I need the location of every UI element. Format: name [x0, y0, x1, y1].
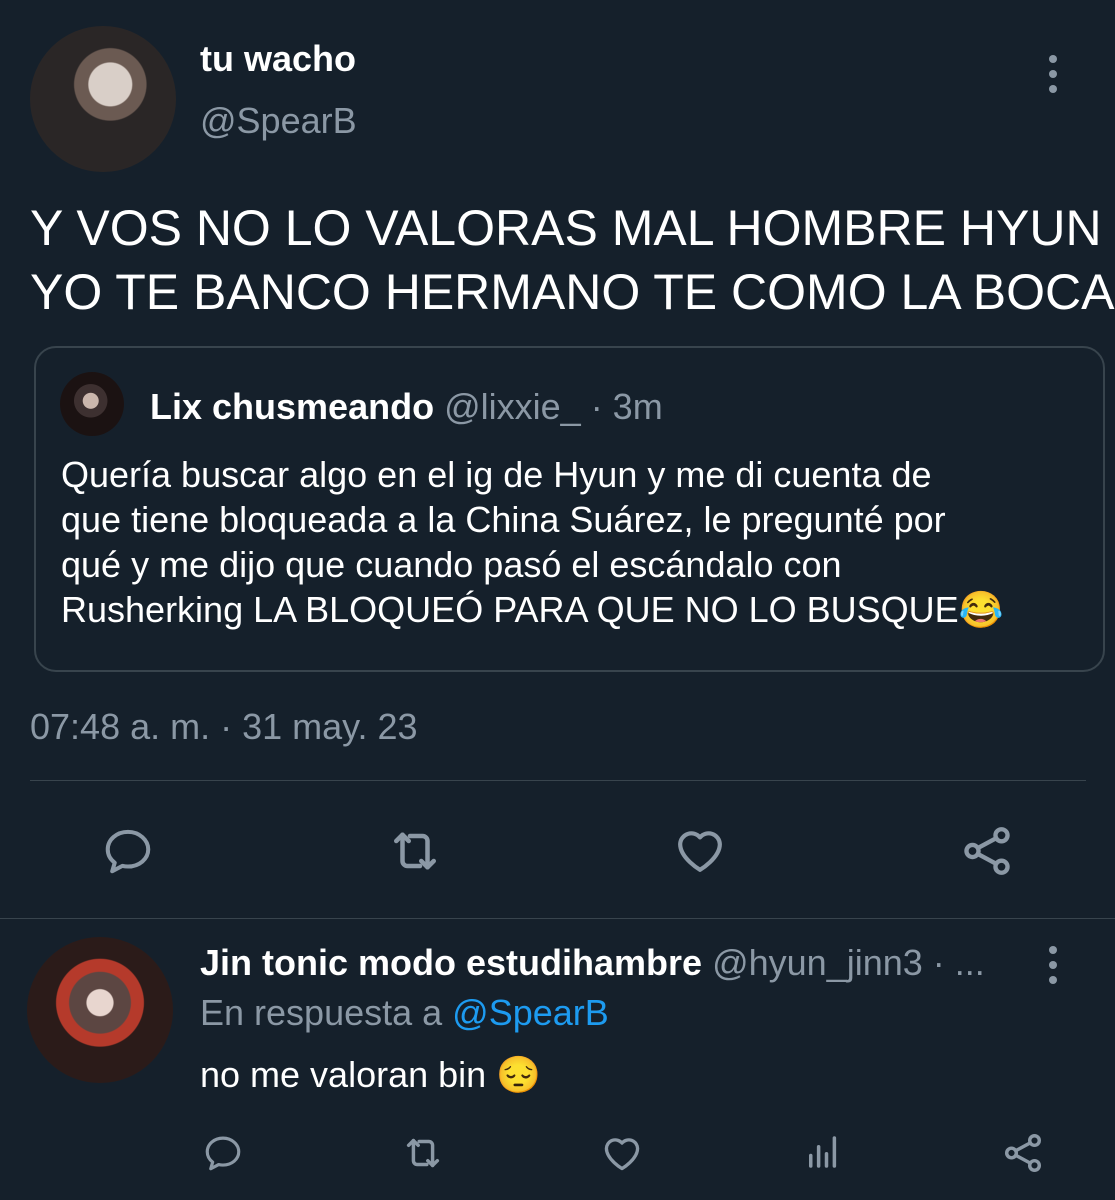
quoted-author-line: Lix chusmeando @lixxie_ · 3m — [150, 386, 663, 428]
reply-like-icon[interactable] — [600, 1131, 644, 1175]
quoted-text: Quería buscar algo en el ig de Hyun y me… — [61, 452, 1003, 632]
reply-text-content: no me valoran bin — [200, 1054, 487, 1095]
quoted-display-name: Lix chusmeando — [150, 386, 435, 427]
reply-text: no me valoran bin 😔 — [200, 1054, 541, 1096]
like-icon[interactable] — [672, 822, 728, 878]
tweet-text: Y VOS NO LO VALORAS MAL HOMBRE HYUN YO T… — [30, 196, 1114, 324]
reply-handle[interactable]: @hyun_jinn3 · ... — [712, 942, 985, 983]
quoted-handle: @lixxie_ — [444, 386, 581, 427]
section-divider — [0, 918, 1115, 919]
reply-icon[interactable] — [101, 824, 155, 878]
reply-retweet-icon[interactable] — [400, 1130, 446, 1176]
quoted-text-line-content: Rusherking LA BLOQUEÓ PARA QUE NO LO BUS… — [61, 589, 959, 630]
retweet-icon[interactable] — [385, 821, 445, 881]
reply-display-name[interactable]: Jin tonic modo estudihambre — [200, 942, 702, 983]
quoted-author-avatar — [60, 372, 124, 436]
reply-context: En respuesta a @SpearB — [200, 992, 609, 1034]
reply-author-line: Jin tonic modo estudihambre @hyun_jinn3 … — [200, 942, 985, 984]
reply-author-avatar[interactable] — [27, 937, 173, 1083]
reply-to-link[interactable]: @SpearB — [452, 992, 609, 1033]
quoted-text-line: Quería buscar algo en el ig de Hyun y me… — [61, 454, 932, 495]
tweet-text-line: YO TE BANCO HERMANO TE COMO LA BOCA — [30, 264, 1115, 320]
quoted-text-line: que tiene bloqueada a la China Suárez, l… — [61, 499, 946, 540]
reply-prefix: En respuesta a — [200, 992, 443, 1033]
quoted-text-line: qué y me dijo que cuando pasó el escánda… — [61, 544, 842, 585]
share-icon[interactable] — [958, 822, 1016, 880]
tears-of-joy-emoji: 😂 — [958, 589, 1004, 630]
author-handle[interactable]: @SpearB — [200, 100, 357, 142]
reply-share-icon[interactable] — [1000, 1130, 1046, 1176]
quoted-time: · 3m — [590, 386, 663, 427]
quoted-text-line: Rusherking LA BLOQUEÓ PARA QUE NO LO BUS… — [61, 587, 1003, 632]
tweet-text-line: Y VOS NO LO VALORAS MAL HOMBRE HYUN — [30, 200, 1102, 256]
divider — [30, 780, 1086, 781]
quoted-tweet[interactable]: Lix chusmeando @lixxie_ · 3m Quería busc… — [34, 346, 1105, 672]
author-display-name[interactable]: tu wacho — [200, 38, 356, 80]
reply-more-icon[interactable] — [1049, 946, 1057, 984]
tweet-timestamp[interactable]: 07:48 a. m. · 31 may. 23 — [30, 706, 418, 748]
stats-icon[interactable] — [802, 1131, 844, 1173]
author-avatar[interactable] — [30, 26, 176, 172]
reply-reply-icon[interactable] — [202, 1132, 244, 1174]
pensive-emoji: 😔 — [496, 1054, 542, 1095]
more-icon[interactable] — [1049, 55, 1057, 93]
